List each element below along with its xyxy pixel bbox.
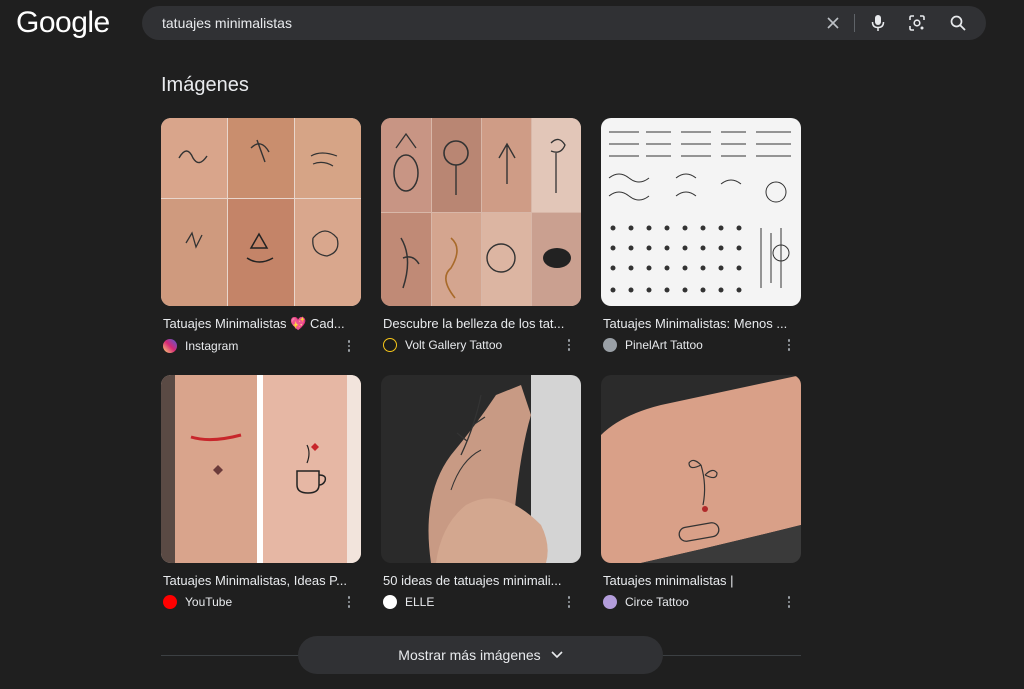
result-caption[interactable]: Tatuajes Minimalistas, Ideas P... — [161, 573, 349, 588]
result-source[interactable]: YouTube — [161, 594, 361, 610]
source-name: Volt Gallery Tattoo — [405, 338, 503, 352]
instagram-favicon-icon — [163, 339, 177, 353]
volt-favicon-icon — [383, 338, 397, 352]
search-icon[interactable] — [947, 12, 969, 34]
mic-icon[interactable] — [867, 12, 889, 34]
chevron-down-icon — [551, 651, 563, 659]
image-result-card[interactable]: 50 ideas de tatuajes minimali... ELLE — [381, 375, 581, 610]
result-source[interactable]: Instagram — [161, 338, 361, 354]
show-more-images-button[interactable]: Mostrar más imágenes — [298, 636, 663, 674]
google-logo[interactable]: Google — [16, 6, 110, 40]
more-options-icon[interactable] — [345, 594, 353, 610]
image-thumbnail[interactable] — [381, 375, 581, 563]
source-name: PinelArt Tattoo — [625, 338, 703, 352]
more-options-icon[interactable] — [785, 594, 793, 610]
source-name: Instagram — [185, 339, 239, 353]
result-caption[interactable]: Tatuajes Minimalistas: Menos ... — [601, 316, 789, 331]
circe-favicon-icon — [603, 595, 617, 609]
result-caption[interactable]: Tatuajes minimalistas | — [601, 573, 789, 588]
images-section-title: Imágenes — [161, 74, 249, 96]
more-options-icon[interactable] — [345, 338, 353, 354]
elle-favicon-icon — [383, 595, 397, 609]
image-thumbnail[interactable] — [601, 375, 801, 563]
more-options-icon[interactable] — [565, 337, 573, 353]
search-divider — [854, 14, 855, 32]
pinelart-favicon-icon — [603, 338, 617, 352]
lens-icon[interactable] — [906, 12, 928, 34]
image-thumbnail[interactable] — [161, 375, 361, 563]
result-caption[interactable]: Tatuajes Minimalistas 💖 Cad... — [161, 316, 349, 332]
more-options-icon[interactable] — [565, 594, 573, 610]
source-name: YouTube — [185, 595, 233, 609]
source-name: Circe Tattoo — [625, 595, 689, 609]
image-thumbnail[interactable] — [381, 118, 581, 306]
image-result-card[interactable]: Tatuajes minimalistas | Circe Tattoo — [601, 375, 801, 610]
result-caption[interactable]: Descubre la belleza de los tat... — [381, 316, 569, 331]
image-result-card[interactable]: Descubre la belleza de los tat... Volt G… — [381, 118, 581, 353]
image-result-card[interactable]: Tatuajes Minimalistas: Menos ... PinelAr… — [601, 118, 801, 353]
clear-icon[interactable] — [822, 12, 844, 34]
search-input[interactable]: tatuajes minimalistas — [162, 15, 292, 31]
result-caption[interactable]: 50 ideas de tatuajes minimali... — [381, 573, 569, 588]
result-source[interactable]: PinelArt Tattoo — [601, 337, 801, 353]
image-result-card[interactable]: Tatuajes Minimalistas 💖 Cad... Instagram — [161, 118, 361, 354]
show-more-label: Mostrar más imágenes — [398, 647, 541, 663]
youtube-favicon-icon — [163, 595, 177, 609]
image-thumbnail[interactable] — [161, 118, 361, 306]
more-options-icon[interactable] — [785, 337, 793, 353]
result-source[interactable]: Circe Tattoo — [601, 594, 801, 610]
image-result-card[interactable]: Tatuajes Minimalistas, Ideas P... YouTub… — [161, 375, 361, 610]
result-source[interactable]: ELLE — [381, 594, 581, 610]
image-thumbnail[interactable] — [601, 118, 801, 306]
source-name: ELLE — [405, 595, 435, 609]
top-bar: Google tatuajes minimalistas — [0, 0, 1024, 50]
search-box[interactable]: tatuajes minimalistas — [142, 6, 986, 40]
result-source[interactable]: Volt Gallery Tattoo — [381, 337, 581, 353]
